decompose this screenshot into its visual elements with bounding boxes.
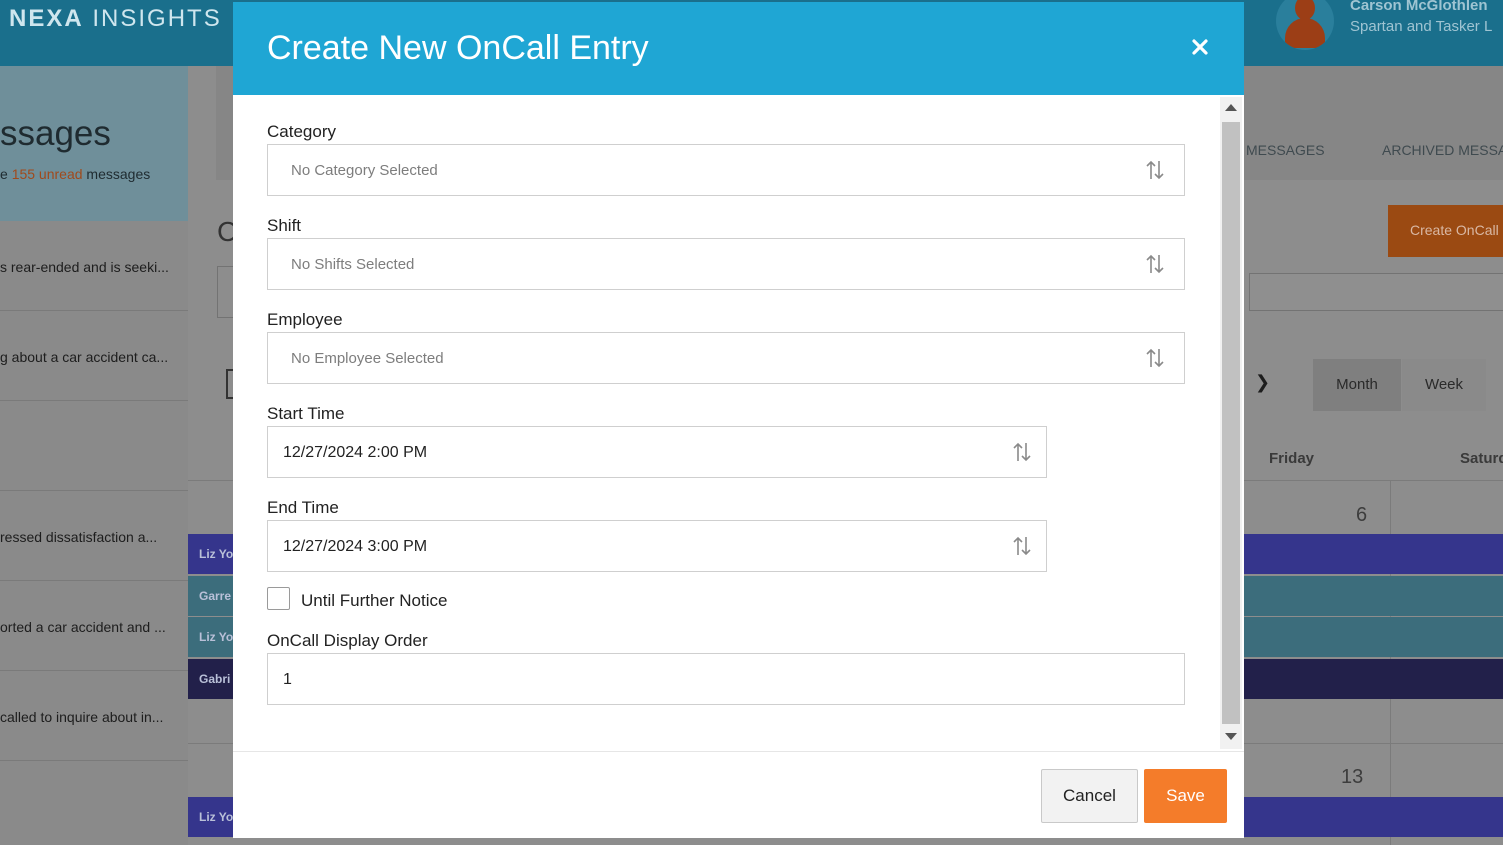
day-header-friday: Friday <box>1269 450 1315 467</box>
modal-footer: Cancel Save <box>233 751 1244 838</box>
employee-select[interactable]: No Employee Selected <box>267 332 1185 384</box>
sidebar-title: ssages <box>0 114 111 153</box>
scroll-thumb[interactable] <box>1222 122 1240 724</box>
sort-arrows-icon <box>1146 160 1164 180</box>
modal-body: Category No Category Selected Shift No S… <box>233 95 1244 751</box>
view-month-button[interactable]: Month <box>1313 359 1401 411</box>
shift-select[interactable]: No Shifts Selected <box>267 238 1185 290</box>
day-header-saturday: Saturd <box>1460 450 1503 467</box>
display-order-value: 1 <box>283 671 292 688</box>
shift-label: Shift <box>267 216 302 235</box>
unread-count: 155 unread <box>11 166 83 182</box>
list-item[interactable]: ressed dissatisfaction a... <box>0 491 188 581</box>
list-item[interactable]: called to inquire about in... <box>0 671 188 761</box>
list-item[interactable] <box>0 401 188 491</box>
avatar-body <box>1285 18 1325 48</box>
start-time-picker[interactable]: 12/27/2024 2:00 PM <box>267 426 1047 478</box>
display-order-input[interactable]: 1 <box>267 653 1185 705</box>
scroll-down-arrow-icon[interactable] <box>1225 733 1237 740</box>
start-time-label: Start Time <box>267 404 345 423</box>
save-button[interactable]: Save <box>1144 769 1227 823</box>
employee-label: Employee <box>267 310 343 329</box>
date-number: 13 <box>1341 766 1364 788</box>
list-item[interactable]: g about a car accident ca... <box>0 311 188 401</box>
category-select[interactable]: No Category Selected <box>267 144 1185 196</box>
list-item[interactable]: orted a car accident and ... <box>0 581 188 671</box>
list-item[interactable]: s rear-ended and is seeki... <box>0 221 188 311</box>
brand-logo: NEXA INSIGHTS <box>9 5 222 32</box>
end-time-picker[interactable]: 12/27/2024 3:00 PM <box>267 520 1047 572</box>
user-avatar[interactable] <box>1276 0 1334 50</box>
scroll-up-arrow-icon[interactable] <box>1225 104 1237 111</box>
end-time-label: End Time <box>267 498 339 517</box>
modal-scrollbar[interactable] <box>1220 97 1242 749</box>
create-oncall-modal: Create New OnCall Entry Category No Cate… <box>233 2 1244 838</box>
sort-arrows-icon <box>1146 254 1164 274</box>
employee-placeholder: No Employee Selected <box>291 350 444 367</box>
category-placeholder: No Category Selected <box>291 162 438 179</box>
unread-summary: e 155 unread messages <box>0 166 151 182</box>
modal-title: Create New OnCall Entry <box>267 29 649 67</box>
until-further-notice-label[interactable]: Until Further Notice <box>301 591 447 611</box>
search-input[interactable] <box>1249 273 1503 311</box>
chevron-right-icon[interactable]: ❯ <box>1255 372 1270 393</box>
tab-messages[interactable]: MESSAGES <box>1246 142 1325 158</box>
close-icon[interactable] <box>1185 32 1215 62</box>
sort-arrows-icon <box>1013 442 1031 462</box>
modal-header: Create New OnCall Entry <box>233 2 1244 95</box>
sort-arrows-icon <box>1146 348 1164 368</box>
cancel-button[interactable]: Cancel <box>1041 769 1138 823</box>
user-name: Carson McGlothlen <box>1350 0 1488 14</box>
view-week-button[interactable]: Week <box>1402 359 1486 411</box>
date-number: 6 <box>1356 504 1368 526</box>
tab-archived-messages[interactable]: ARCHIVED MESSA <box>1382 142 1503 158</box>
shift-placeholder: No Shifts Selected <box>291 256 415 273</box>
create-oncall-button[interactable]: Create OnCall <box>1388 205 1503 257</box>
sidebar-header: ssages e 155 unread messages <box>0 66 188 221</box>
end-time-value: 12/27/2024 3:00 PM <box>283 538 428 555</box>
sort-arrows-icon <box>1013 536 1031 556</box>
until-further-notice-checkbox[interactable] <box>267 587 290 610</box>
avatar-head <box>1295 0 1315 20</box>
display-order-label: OnCall Display Order <box>267 631 428 650</box>
start-time-value: 12/27/2024 2:00 PM <box>283 444 428 461</box>
category-label: Category <box>267 122 336 141</box>
messages-sidebar: ssages e 155 unread messages s rear-ende… <box>0 66 188 845</box>
user-organization: Spartan and Tasker L <box>1350 18 1493 35</box>
